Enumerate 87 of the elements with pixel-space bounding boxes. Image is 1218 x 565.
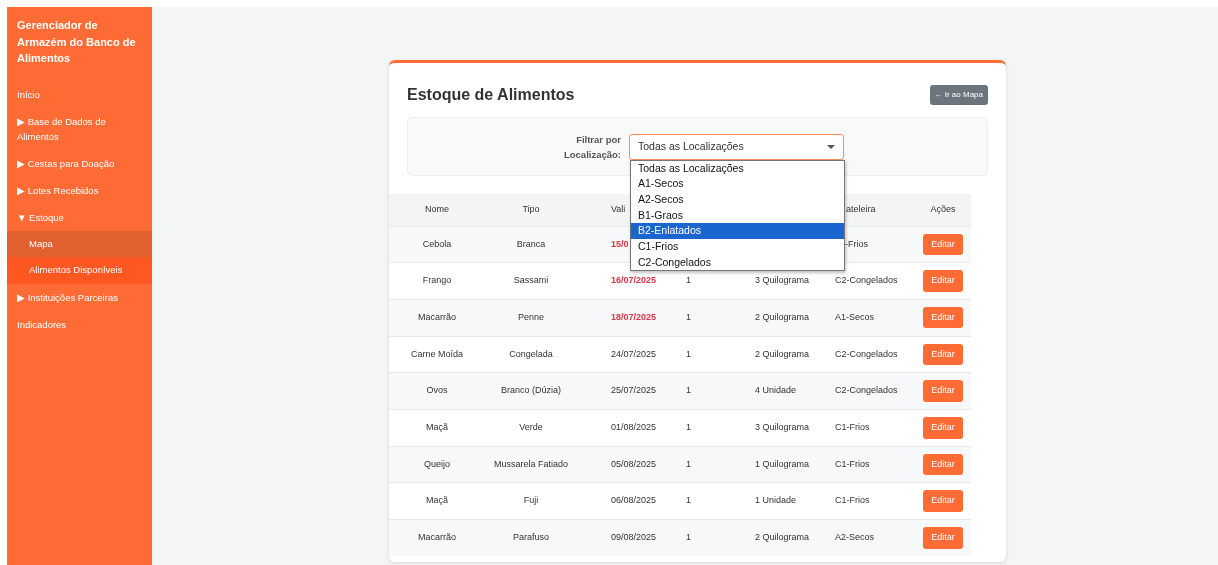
- table-cell: Ovos: [426, 385, 448, 396]
- sidebar-item[interactable]: ▶ Lotes Recebidos: [7, 176, 152, 204]
- sidebar-item[interactable]: ▶ Base de Dados de Alimentos: [7, 107, 152, 150]
- table-cell: 1: [686, 311, 691, 322]
- filter-label: Filtrar por Localização:: [562, 132, 621, 162]
- column-header: Ações: [930, 204, 956, 214]
- table-cell: C2-Congelados: [835, 348, 898, 359]
- table-cell: -Frios: [845, 238, 868, 249]
- table-cell: 1 Quilograma: [755, 458, 810, 469]
- table-cell: 24/07/2025: [611, 348, 657, 359]
- edit-button[interactable]: Editar: [923, 380, 963, 402]
- table-cell: 06/08/2025: [611, 495, 657, 506]
- column-header: Vali: [611, 204, 626, 214]
- table-cell: Sassami: [513, 275, 549, 286]
- caret-icon: [827, 144, 835, 149]
- sidebar-item[interactable]: ▶ Instituições Parceiras: [7, 283, 152, 311]
- table-cell: Macarrão: [418, 532, 456, 543]
- edit-button[interactable]: Editar: [923, 417, 963, 439]
- edit-button[interactable]: Editar: [923, 343, 963, 366]
- table-cell: 2 Quilograma: [755, 532, 810, 543]
- edit-button[interactable]: Editar: [923, 527, 963, 549]
- table-cell: Mussarela Fatiado: [493, 458, 568, 469]
- table-cell: Carne Moída: [411, 348, 463, 359]
- column-header: Tipo: [522, 204, 540, 214]
- table-cell: 05/08/2025: [611, 458, 657, 469]
- column-header: ateleira: [846, 204, 876, 214]
- table-cell: 1: [686, 275, 691, 286]
- table-cell: A2-Secos: [835, 532, 875, 543]
- sidebar-subitem[interactable]: Alimentos Disponíveis: [7, 257, 152, 284]
- sidebar-item[interactable]: Indicadores: [7, 310, 152, 338]
- table-cell: Branca: [516, 238, 546, 249]
- table-cell: Maçã: [426, 495, 448, 506]
- table-cell: 1: [686, 495, 691, 506]
- table-cell: Fuji: [523, 495, 539, 506]
- map-button[interactable]: ← Ir ao Mapa: [929, 85, 988, 105]
- sidebar-item[interactable]: Início: [7, 80, 152, 108]
- app-title: Gerenciador de Armazém do Banco de Alimentos: [16, 18, 137, 66]
- table-cell: 01/08/2025: [611, 422, 657, 433]
- table-cell: C2-Congelados: [835, 275, 898, 286]
- table-cell: 16/07/2025: [611, 275, 657, 286]
- dropdown-option[interactable]: C1-Frios: [631, 239, 844, 255]
- table-cell: 09/08/2025: [611, 532, 657, 543]
- table-cell: 1: [686, 348, 691, 359]
- dropdown-option[interactable]: C2-Congelados: [631, 254, 844, 271]
- table-cell: 1: [686, 458, 691, 469]
- table-cell: A1-Secos: [835, 311, 875, 322]
- sidebar-item[interactable]: ▶ Cestas para Doação: [7, 149, 152, 177]
- table-cell: 1 Unidade: [755, 495, 797, 506]
- table-cell: 1: [686, 532, 691, 543]
- dropdown-option[interactable]: A1-Secos: [631, 176, 844, 192]
- table-cell: Verde: [519, 422, 543, 433]
- dropdown-option[interactable]: B2-Enlatados: [631, 223, 844, 239]
- table-cell: 18/07/2025: [611, 311, 657, 322]
- table-cell: C2-Congelados: [835, 385, 898, 396]
- column-header: Nome: [425, 204, 449, 214]
- table-cell: Penne: [518, 311, 544, 322]
- dropdown-option[interactable]: B1-Graos: [631, 207, 844, 224]
- edit-button[interactable]: Editar: [923, 490, 963, 512]
- table-cell: 2 Quilograma: [755, 348, 810, 359]
- table-cell: Macarrão: [418, 311, 456, 322]
- table-cell: C1-Frios: [835, 458, 870, 469]
- dropdown-option[interactable]: A2-Secos: [631, 191, 844, 208]
- table-cell: Branco (Dúzia): [501, 385, 561, 396]
- table-cell: Congelada: [509, 348, 553, 359]
- edit-button[interactable]: Editar: [923, 453, 963, 476]
- table-cell: Frango: [422, 275, 452, 286]
- table-cell: 2 Quilograma: [755, 311, 810, 322]
- edit-button[interactable]: Editar: [923, 306, 963, 329]
- table-cell: 15/0: [611, 238, 629, 249]
- table-cell: Parafuso: [513, 532, 549, 543]
- table-cell: Queijo: [424, 458, 450, 469]
- table-cell: Cebola: [422, 238, 452, 249]
- table-cell: 1: [686, 385, 691, 396]
- table-cell: 1: [686, 422, 691, 433]
- sidebar-subitem[interactable]: Mapa: [7, 230, 152, 257]
- table-cell: 25/07/2025: [611, 385, 657, 396]
- table-cell: 3 Quilograma: [755, 422, 810, 433]
- table-cell: C1-Frios: [835, 422, 870, 433]
- table-cell: 4 Unidade: [755, 385, 797, 396]
- table-cell: Maçã: [426, 422, 448, 433]
- page-title: Estoque de Alimentos: [407, 85, 575, 105]
- edit-button[interactable]: Editar: [923, 233, 963, 256]
- table-cell: 3 Quilograma: [755, 275, 810, 286]
- dropdown-option[interactable]: Todas as Localizações: [631, 160, 844, 177]
- edit-button[interactable]: Editar: [923, 270, 963, 292]
- table-cell: C1-Frios: [835, 495, 870, 506]
- sidebar-item[interactable]: ▼ Estoque: [7, 203, 152, 231]
